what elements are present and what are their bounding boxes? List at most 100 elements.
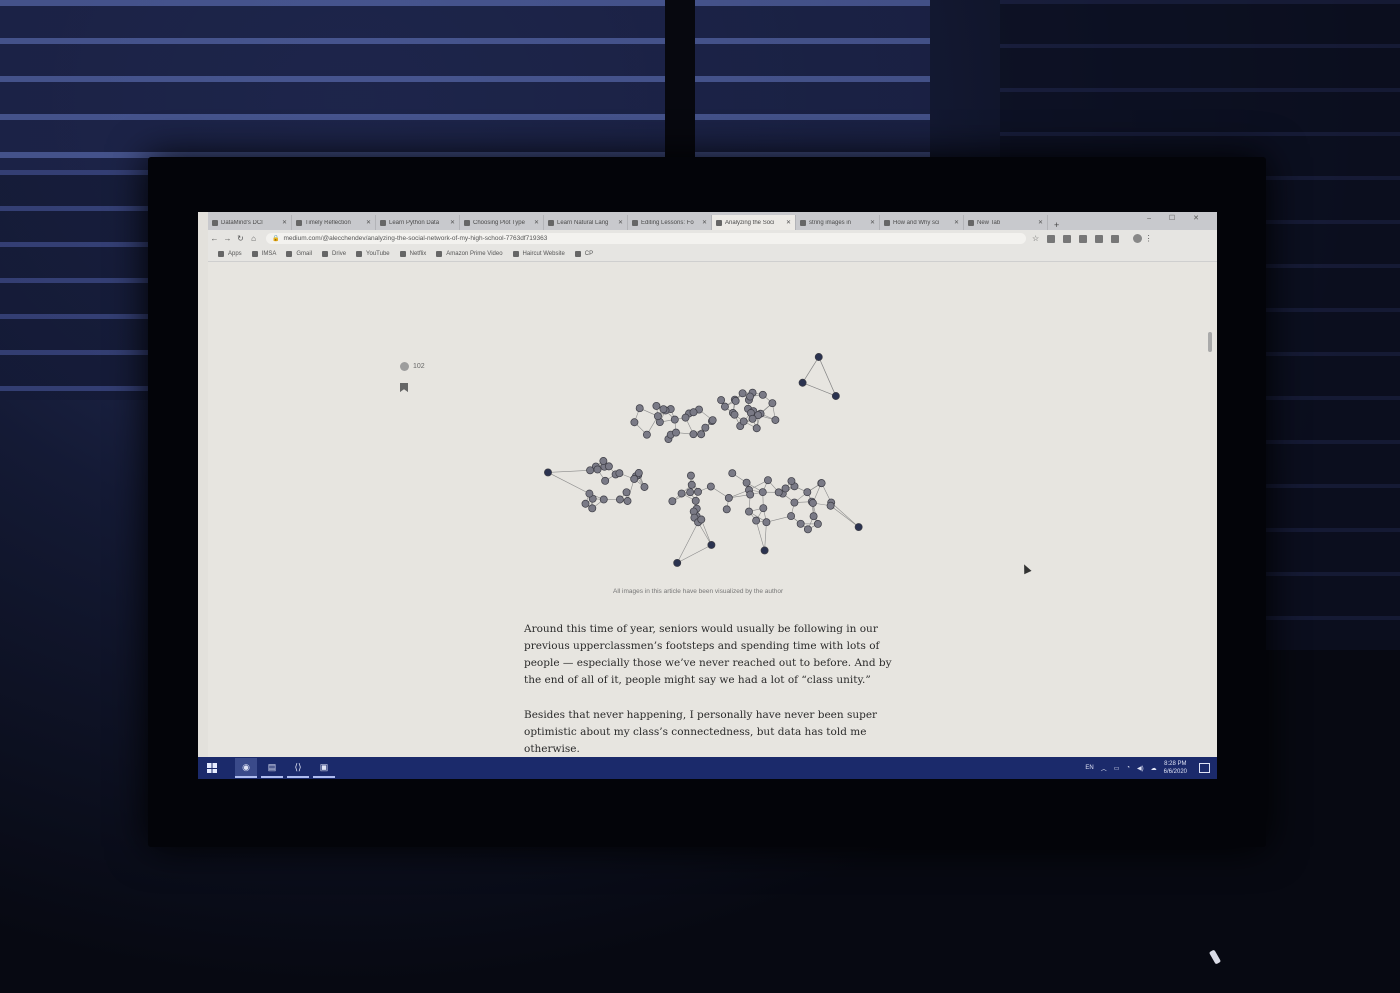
close-icon[interactable]: ✕ [534,219,539,226]
mouse-cursor [1020,562,1032,575]
graph-node [728,469,737,478]
bookmark-haircut[interactable]: Haircut Website [512,251,565,257]
browser-toolbar: ← → ↻ ⌂ 🔒 medium.com/@alecchendev/analyz… [208,230,1217,247]
scrollbar[interactable] [1208,332,1212,352]
graph-edge [547,472,590,494]
close-icon[interactable]: ✕ [870,219,875,226]
graph-node [708,416,717,425]
app-taskbar-icon[interactable]: ▣ [313,758,335,778]
extension-icon[interactable] [1047,234,1056,243]
bookmark-netflix[interactable]: Netflix [399,251,426,257]
graph-node [697,515,706,524]
browser-tab[interactable]: Learn Natural Lang ✕ [544,215,628,230]
language-indicator[interactable]: EN [1085,765,1093,771]
graph-edge [830,505,859,528]
browser-tab[interactable]: DataMind's DCI ✕ [208,215,292,230]
chrome-taskbar-icon[interactable]: ◉ [235,758,257,778]
close-icon[interactable]: ✕ [450,219,455,226]
graph-edge [764,522,767,551]
graph-node [691,496,700,505]
close-icon[interactable]: ✕ [954,219,959,226]
browser-tab[interactable]: Editing Lessons: Fo ✕ [628,215,712,230]
close-icon[interactable]: ✕ [366,219,371,226]
extension-icon[interactable] [1111,234,1120,243]
close-icon[interactable]: ✕ [702,219,707,226]
clock-time: 8:28 PM [1164,761,1187,767]
graph-node [826,501,835,510]
tab-favicon [632,219,638,226]
graph-nodes [544,353,863,567]
graph-node [615,495,624,504]
taskbar-clock[interactable]: 8:28 PM 6/6/2020 [1164,760,1187,776]
browser-tab[interactable]: string images in ✕ [796,215,880,230]
close-icon[interactable]: ✕ [1038,219,1043,226]
tab-favicon [716,219,722,226]
window-blinds-left [0,170,150,400]
file-explorer-icon[interactable]: ▤ [261,758,283,778]
extension-icon[interactable] [1095,234,1104,243]
bookmark-cp[interactable]: CP [574,251,593,257]
bookmark-imsa[interactable]: IMSA [251,251,276,257]
graph-node [706,482,715,491]
graph-node [652,401,661,410]
graph-node [640,483,649,491]
graph-node [673,558,682,567]
graph-node [746,392,754,401]
graph-node [717,396,726,405]
graph-node [731,397,740,405]
browser-tab[interactable]: How and Why sci ✕ [880,215,964,230]
graph-edge [755,520,765,551]
battery-icon[interactable]: ▭ [1114,765,1120,772]
system-tray: EN ︿ ▭ ◔ ◀) ☁ 8:28 PM 6/6/2020 [1085,760,1217,776]
graph-node [730,410,739,419]
cloud-icon[interactable]: ☁ [1151,765,1157,772]
tab-favicon [380,219,386,226]
close-icon[interactable]: ✕ [618,219,623,226]
clap-button[interactable]: 102 [400,362,425,371]
close-icon[interactable]: ✕ [282,219,287,226]
lock-icon: 🔒 [272,236,280,242]
browser-tab-active[interactable]: Analyzing the Soci ✕ [712,215,796,230]
bookmark-icon[interactable] [400,383,408,392]
tab-favicon [296,219,302,226]
profile-avatar[interactable] [1133,234,1143,243]
network-graph-image [544,353,863,567]
notification-icon[interactable] [1199,763,1210,773]
new-tab-button[interactable]: + [1048,220,1065,230]
graph-node [809,512,818,521]
bookmark-youtube[interactable]: YouTube [356,251,390,257]
graph-node [707,541,716,549]
graph-node [746,490,755,499]
close-icon[interactable]: ✕ [786,219,791,226]
address-bar[interactable]: 🔒 medium.com/@alecchendev/analyzing-the-… [266,233,1026,244]
forward-icon[interactable]: → [221,234,234,243]
bookmark-gmail[interactable]: Gmail [286,251,312,257]
star-icon[interactable]: ☆ [1032,234,1039,243]
home-icon[interactable]: ⌂ [247,234,260,243]
windows-start-icon[interactable] [207,763,217,773]
menu-icon[interactable]: ⋮ [1142,234,1155,243]
chevron-up-icon[interactable]: ︿ [1101,764,1107,773]
vscode-icon[interactable]: ⟨⟩ [287,758,309,778]
bookmark-apps[interactable]: Apps [218,251,242,257]
reload-icon[interactable]: ↻ [234,234,247,243]
browser-tab[interactable]: Choosing Plot Type ✕ [460,215,544,230]
drive-icon [322,251,329,257]
tab-bar: DataMind's DCI ✕ Timely Reflection ✕ Learn… [208,212,1217,230]
wifi-icon[interactable]: ◔ [1126,765,1130,771]
graph-node [760,546,769,555]
graph-edge [676,522,699,564]
bookmark-prime-video[interactable]: Amazon Prime Video [436,251,503,257]
apps-icon [218,251,224,257]
extension-icon[interactable] [1063,234,1072,243]
browser-tab[interactable]: New Tab ✕ [964,215,1048,230]
window-controls[interactable]: – ☐ ✕ [1147,214,1207,222]
bookmark-drive[interactable]: Drive [322,251,346,257]
tab-favicon [464,219,470,226]
image-caption: All images in this article have been vis… [613,588,784,595]
browser-tab[interactable]: Timely Reflection ✕ [292,215,376,230]
extension-icon[interactable] [1079,234,1088,243]
back-icon[interactable]: ← [208,234,221,243]
browser-tab[interactable]: Learn Python Data ✕ [376,215,460,230]
volume-icon[interactable]: ◀) [1137,765,1144,772]
